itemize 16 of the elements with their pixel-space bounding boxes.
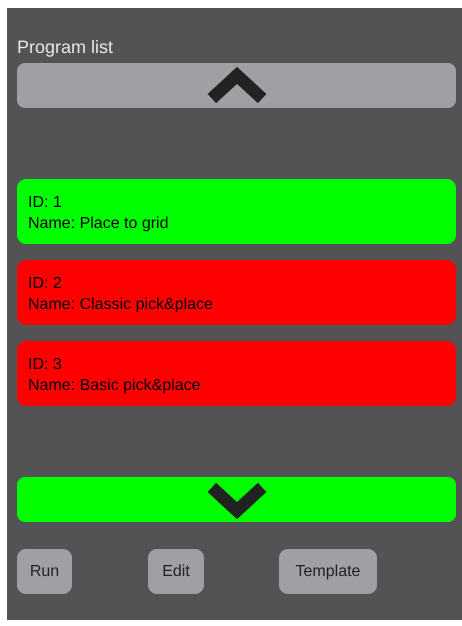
action-button[interactable]: Template bbox=[279, 549, 377, 594]
list-title: Program list bbox=[17, 37, 114, 59]
program-item[interactable]: ID: 3 Name: Basic pick&place bbox=[17, 341, 456, 406]
program-id: ID: 3 bbox=[28, 355, 62, 375]
action-button[interactable]: Edit bbox=[148, 549, 204, 594]
scroll-up-button[interactable] bbox=[17, 63, 456, 108]
program-item[interactable]: ID: 2 Name: Classic pick&place bbox=[17, 260, 456, 325]
program-id: ID: 2 bbox=[28, 274, 62, 294]
program-item[interactable]: ID: 1 Name: Place to grid bbox=[17, 179, 456, 244]
program-id: ID: 1 bbox=[28, 193, 62, 213]
action-button[interactable]: Run bbox=[17, 549, 72, 594]
chevron-up-icon bbox=[206, 66, 268, 106]
scroll-down-button[interactable] bbox=[17, 477, 456, 522]
program-name: Name: Basic pick&place bbox=[28, 376, 201, 396]
program-name: Name: Classic pick&place bbox=[28, 295, 213, 315]
program-name: Name: Place to grid bbox=[28, 214, 169, 234]
